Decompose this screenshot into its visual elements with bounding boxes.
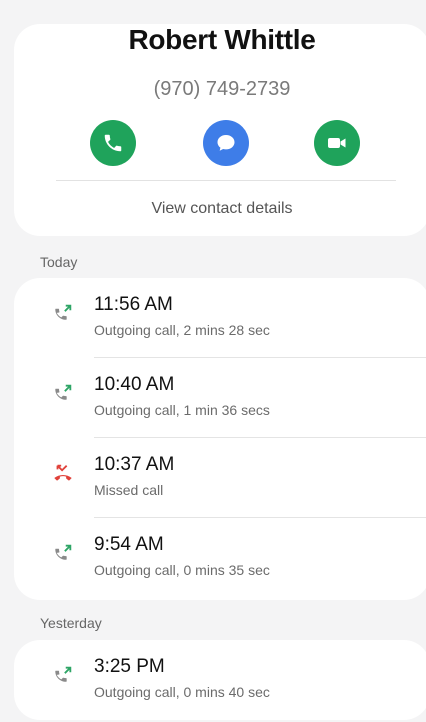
outgoing-call-icon <box>55 544 72 560</box>
phone-icon <box>104 134 122 152</box>
outgoing-call-icon <box>55 384 72 400</box>
call-description: Outgoing call, 2 mins 28 sec <box>94 322 270 338</box>
message-icon <box>217 135 235 151</box>
call-time: 9:54 AM <box>94 534 164 555</box>
call-description: Missed call <box>94 482 164 498</box>
missed-call-icon <box>54 464 72 481</box>
contact-phone-number: (970) 749-2739 <box>153 78 291 100</box>
video-call-button[interactable] <box>314 120 360 166</box>
call-log-item[interactable]: 10:37 AM Missed call <box>14 438 426 518</box>
contact-card: Robert Whittle (970) 749-2739 View conta… <box>14 24 426 236</box>
call-button[interactable] <box>90 120 136 166</box>
outgoing-call-icon <box>55 666 72 682</box>
contact-name: Robert Whittle <box>128 24 316 55</box>
call-description: Outgoing call, 0 mins 35 sec <box>94 562 270 578</box>
call-log-item[interactable]: 9:54 AM Outgoing call, 0 mins 35 sec <box>14 518 426 598</box>
section-label-today: Today <box>40 254 78 270</box>
header-divider <box>56 180 396 181</box>
call-description: Outgoing call, 1 min 36 secs <box>94 402 270 418</box>
view-contact-details-link[interactable]: View contact details <box>14 200 426 218</box>
today-call-log: 11:56 AM Outgoing call, 2 mins 28 sec 10… <box>14 278 426 600</box>
call-log-item[interactable]: 11:56 AM Outgoing call, 2 mins 28 sec <box>14 278 426 358</box>
message-button[interactable] <box>203 120 249 166</box>
call-time: 10:37 AM <box>94 454 175 475</box>
call-log-item[interactable]: 3:25 PM Outgoing call, 0 mins 40 sec <box>14 640 426 720</box>
call-time: 10:40 AM <box>94 374 175 395</box>
call-time: 11:56 AM <box>94 294 173 315</box>
video-icon <box>328 138 346 148</box>
outgoing-call-icon <box>55 304 72 320</box>
call-description: Outgoing call, 0 mins 40 sec <box>94 684 270 700</box>
call-time: 3:25 PM <box>94 656 165 677</box>
call-log-item[interactable]: 10:40 AM Outgoing call, 1 min 36 secs <box>14 358 426 438</box>
section-label-yesterday: Yesterday <box>40 615 102 631</box>
yesterday-call-log: 3:25 PM Outgoing call, 0 mins 40 sec <box>14 640 426 720</box>
